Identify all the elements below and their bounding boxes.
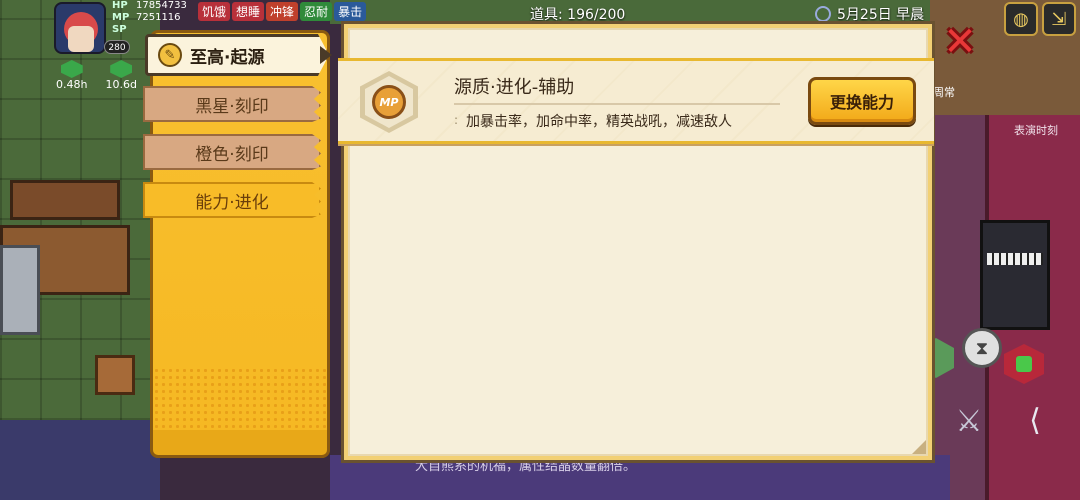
- status-tags: 饥饿 想睡 冲锋 忍耐 暴击: [198, 2, 367, 21]
- sun-icon: [815, 6, 831, 22]
- player-level: 280: [104, 40, 130, 54]
- close-button[interactable]: ✕: [940, 22, 980, 62]
- inventory-count: 道具: 196/200: [530, 7, 626, 23]
- date-display: 5月25日 早晨: [815, 4, 924, 24]
- skill-tree-button[interactable]: ⟨: [1010, 392, 1060, 448]
- rug: [0, 420, 160, 500]
- mp-label: MP: [112, 12, 130, 23]
- crate: [95, 355, 135, 395]
- sword-icon: ⚔: [955, 403, 983, 439]
- ability-icon-frame: MP: [360, 71, 418, 133]
- hp-stat: HP 17854733: [112, 0, 200, 12]
- buff-timer[interactable]: 0.48h: [56, 60, 87, 91]
- mp-stat: MP 7251116: [112, 12, 200, 24]
- tab-supreme-origin[interactable]: ✎ 至高·起源: [145, 34, 329, 76]
- exit-icon: ⇲: [1051, 8, 1067, 30]
- tab-label: 至高·起源: [190, 47, 265, 68]
- ability-divider: [454, 103, 780, 105]
- tab-label: 能力·进化: [195, 192, 269, 213]
- panel-corner: [912, 440, 926, 454]
- status-tag: 冲锋: [266, 2, 299, 21]
- gem-icon: [60, 60, 83, 78]
- change-ability-button[interactable]: 更换能力: [808, 77, 916, 125]
- hp-label: HP: [112, 0, 128, 11]
- tab-ability-evolution[interactable]: 能力·进化: [143, 182, 321, 218]
- mp-value: 7251116: [136, 12, 181, 23]
- show-time-label: 表演时刻: [1014, 124, 1058, 137]
- globe-button[interactable]: ◍: [1004, 2, 1038, 36]
- piano: [980, 220, 1050, 330]
- status-tag: 想睡: [232, 2, 265, 21]
- hp-value: 17854733: [136, 0, 187, 11]
- ability-bullet: :: [454, 113, 459, 127]
- ability-icon-inner: MP: [365, 76, 413, 128]
- skill-tree-icon: ⟨: [1029, 402, 1041, 438]
- counter: [10, 180, 120, 220]
- ability-name: 源质·进化-辅助: [454, 77, 575, 98]
- tab-label: 橙色·刻印: [195, 144, 269, 165]
- tab-panel-bottom: [150, 430, 330, 458]
- tab-black-star[interactable]: 黑星·刻印: [143, 86, 321, 122]
- close-icon: ✕: [943, 19, 977, 65]
- hourglass-icon: ⧗: [975, 337, 989, 359]
- weekly-label[interactable]: 周常: [933, 84, 955, 100]
- status-tag: 暴击: [334, 2, 367, 21]
- avatar[interactable]: [54, 2, 106, 54]
- buff-timer[interactable]: 10.6d: [105, 60, 137, 91]
- status-tag: 忍耐: [300, 2, 333, 21]
- gem-icon: [110, 60, 133, 78]
- ability-card: MP 源质·进化-辅助 : 加暴击率，加命中率，精英战吼，减速敌人 更换能力: [338, 58, 934, 144]
- hourglass-button[interactable]: ⧗: [962, 328, 1002, 368]
- globe-icon: ◍: [1013, 8, 1029, 30]
- fridge: [0, 245, 40, 335]
- buff-timers: 0.48h 10.6d: [56, 60, 137, 91]
- sword-button[interactable]: ⚔: [944, 396, 994, 446]
- buff-timer-value: 0.48h: [56, 78, 88, 91]
- tab-label: 黑星·刻印: [195, 96, 269, 117]
- date-text: 5月25日 早晨: [837, 7, 925, 23]
- status-tag: 饥饿: [198, 2, 231, 21]
- mp-icon: MP: [372, 85, 406, 119]
- exit-button[interactable]: ⇲: [1042, 2, 1076, 36]
- sp-label: SP: [112, 24, 127, 35]
- buff-timer-value: 10.6d: [105, 78, 137, 91]
- ability-description: 加暴击率，加命中率，精英战吼，减速敌人: [466, 114, 732, 130]
- pencil-icon: ✎: [158, 43, 182, 67]
- tab-orange-engrave[interactable]: 橙色·刻印: [143, 134, 321, 170]
